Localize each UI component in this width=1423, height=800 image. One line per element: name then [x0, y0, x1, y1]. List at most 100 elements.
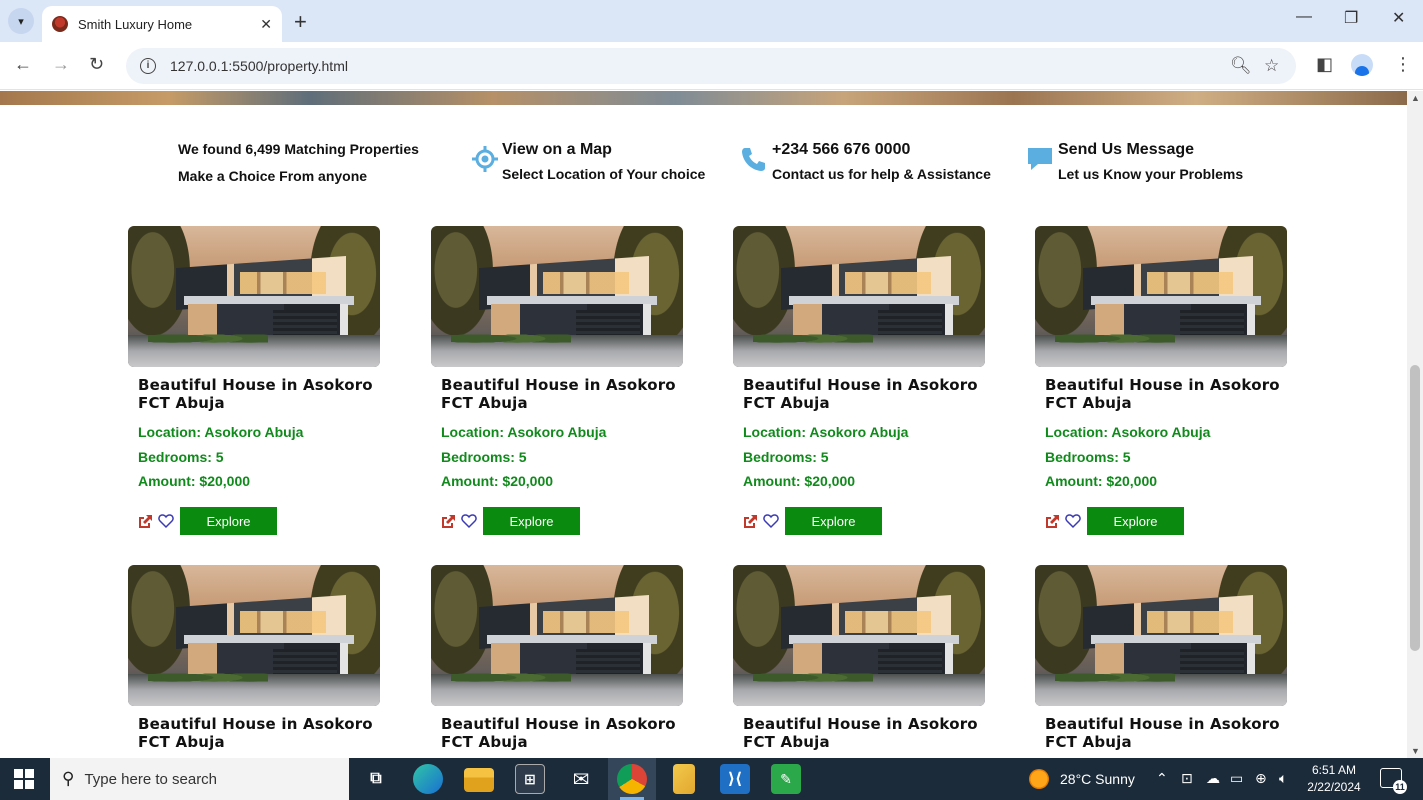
share-icon[interactable] — [440, 513, 456, 529]
chrome-taskbar-active[interactable] — [608, 758, 656, 800]
notification-center-icon[interactable]: 11 — [1380, 768, 1407, 794]
system-clock[interactable]: 6:51 AM 2/22/2024 — [1300, 762, 1368, 796]
microsoft-store-icon[interactable]: ⊞ — [515, 764, 545, 794]
property-title: Beautiful House in Asokoro FCT Abuja — [138, 376, 373, 412]
property-photo[interactable] — [431, 565, 683, 706]
info-row: We found 6,499 Matching Properties Make … — [0, 131, 1407, 201]
favorite-heart-icon[interactable] — [461, 513, 477, 529]
vscode-icon[interactable]: ⟩⟨ — [720, 764, 750, 794]
reload-icon[interactable]: ↻ — [89, 54, 104, 75]
explore-button[interactable]: Explore — [785, 507, 882, 535]
forward-icon[interactable]: → — [52, 54, 70, 75]
share-icon[interactable] — [137, 513, 153, 529]
page-viewport: We found 6,499 Matching Properties Make … — [0, 91, 1407, 758]
windows-start-icon[interactable] — [14, 769, 34, 789]
phone-number[interactable]: +234 566 676 0000 — [772, 141, 991, 159]
profile-avatar[interactable] — [1351, 54, 1373, 76]
favorite-heart-icon[interactable] — [1065, 513, 1081, 529]
property-amount: Amount: $20,000 — [138, 473, 251, 489]
scrollbar-thumb[interactable] — [1410, 365, 1420, 651]
taskbar-search-box[interactable]: ⚲ Type here to search — [50, 758, 349, 800]
explore-button[interactable]: Explore — [483, 507, 580, 535]
property-photo[interactable] — [733, 565, 985, 706]
file-explorer-icon[interactable] — [464, 768, 494, 792]
site-info-icon[interactable]: i — [140, 58, 156, 74]
map-subtext: Select Location of Your choice — [502, 166, 706, 182]
app-green-icon[interactable]: ✎ — [771, 764, 801, 794]
property-location: Location: Asokoro Abuja — [743, 424, 909, 440]
results-count: We found 6,499 Matching Properties — [178, 141, 419, 157]
results-subtext: Make a Choice From anyone — [178, 168, 368, 184]
property-photo[interactable] — [128, 565, 380, 706]
favorite-heart-icon[interactable] — [763, 513, 779, 529]
property-card: Beautiful House in Asokoro FCT Abuja — [431, 565, 683, 751]
map-title[interactable]: View on a Map — [502, 141, 705, 159]
location-target-icon[interactable] — [471, 145, 499, 173]
cloud-offline-icon[interactable]: ☁ — [1206, 770, 1220, 787]
page-scrollbar[interactable]: ▲ ▼ — [1407, 91, 1423, 758]
browser-tab[interactable]: Smith Luxury Home ✕ — [42, 6, 282, 42]
property-amount: Amount: $20,000 — [441, 473, 554, 489]
minimize-icon[interactable]: — — [1296, 8, 1312, 26]
explore-button[interactable]: Explore — [1087, 507, 1184, 535]
show-hidden-icons-icon[interactable]: ⌃ — [1156, 770, 1168, 787]
tab-close-icon[interactable]: ✕ — [260, 16, 272, 33]
hero-banner-image — [0, 91, 1407, 105]
task-view-icon[interactable]: ⧉ — [361, 764, 391, 794]
results-summary: We found 6,499 Matching Properties Make … — [178, 141, 419, 184]
volume-muted-icon[interactable]: 🔈︎ — [1279, 770, 1287, 787]
bookmark-star-icon[interactable]: ☆ — [1264, 56, 1279, 76]
tab-search-button[interactable]: ▾ — [8, 8, 34, 34]
browser-toolbar: ← → ↻ i 127.0.0.1:5500/property.html 🔍︎ … — [0, 42, 1423, 90]
taskbar-search-placeholder[interactable]: Type here to search — [84, 771, 217, 788]
message-title[interactable]: Send Us Message — [1058, 141, 1243, 159]
property-title: Beautiful House in Asokoro FCT Abuja — [743, 376, 978, 412]
edge-browser-icon[interactable] — [413, 764, 443, 794]
property-photo[interactable] — [733, 226, 985, 367]
contact-phone[interactable]: +234 566 676 0000 Contact us for help & … — [772, 141, 991, 182]
property-card: Beautiful House in Asokoro FCT Abuja — [1035, 565, 1287, 751]
favorite-heart-icon[interactable] — [158, 513, 174, 529]
zoom-icon[interactable]: 🔍︎ — [1230, 56, 1252, 76]
send-message[interactable]: Send Us Message Let us Know your Problem… — [1058, 141, 1243, 182]
explore-button[interactable]: Explore — [180, 507, 277, 535]
property-location: Location: Asokoro Abuja — [138, 424, 304, 440]
scroll-up-arrow-icon[interactable]: ▲ — [1411, 93, 1420, 103]
property-card: Beautiful House in Asokoro FCT Abuja Loc… — [733, 226, 985, 535]
notification-count-badge: 11 — [1393, 780, 1407, 794]
share-icon[interactable] — [742, 513, 758, 529]
chrome-icon[interactable] — [617, 764, 647, 794]
clock-date: 2/22/2024 — [1307, 780, 1361, 794]
property-photo[interactable] — [1035, 226, 1287, 367]
weather-sun-icon[interactable] — [1029, 769, 1049, 789]
browser-menu-icon[interactable]: ⋮ — [1394, 54, 1412, 75]
new-tab-icon[interactable]: + — [294, 9, 307, 35]
window-close-icon[interactable]: ✕ — [1392, 8, 1405, 28]
url-text[interactable]: 127.0.0.1:5500/property.html — [170, 58, 348, 74]
weather-text[interactable]: 28°C Sunny — [1060, 771, 1135, 787]
device-icon[interactable]: ⊡ — [1181, 770, 1193, 787]
property-title: Beautiful House in Asokoro FCT Abuja — [441, 715, 676, 751]
property-photo[interactable] — [1035, 565, 1287, 706]
back-icon[interactable]: ← — [14, 54, 32, 75]
property-photo[interactable] — [128, 226, 380, 367]
mail-icon[interactable]: ✉ — [566, 764, 596, 794]
address-bar[interactable]: i 127.0.0.1:5500/property.html — [126, 48, 1296, 84]
restore-icon[interactable]: ❐ — [1344, 8, 1358, 28]
phone-icon — [742, 148, 765, 171]
message-bubble-icon — [1028, 148, 1052, 170]
scroll-down-arrow-icon[interactable]: ▼ — [1411, 746, 1420, 756]
battery-icon[interactable]: ▭ — [1230, 770, 1243, 787]
property-title: Beautiful House in Asokoro FCT Abuja — [1045, 376, 1280, 412]
property-title: Beautiful House in Asokoro FCT Abuja — [1045, 715, 1280, 751]
property-card: Beautiful House in Asokoro FCT Abuja — [128, 565, 380, 751]
sticky-notes-icon[interactable] — [673, 764, 695, 794]
map-link[interactable]: View on a Map Select Location of Your ch… — [502, 141, 705, 182]
share-icon[interactable] — [1044, 513, 1060, 529]
side-panel-icon[interactable]: ◧ — [1316, 54, 1333, 75]
property-title: Beautiful House in Asokoro FCT Abuja — [441, 376, 676, 412]
network-globe-icon[interactable]: ⊕ — [1255, 770, 1267, 787]
property-card: Beautiful House in Asokoro FCT Abuja Loc… — [431, 226, 683, 535]
property-card: Beautiful House in Asokoro FCT Abuja Loc… — [1035, 226, 1287, 535]
property-photo[interactable] — [431, 226, 683, 367]
